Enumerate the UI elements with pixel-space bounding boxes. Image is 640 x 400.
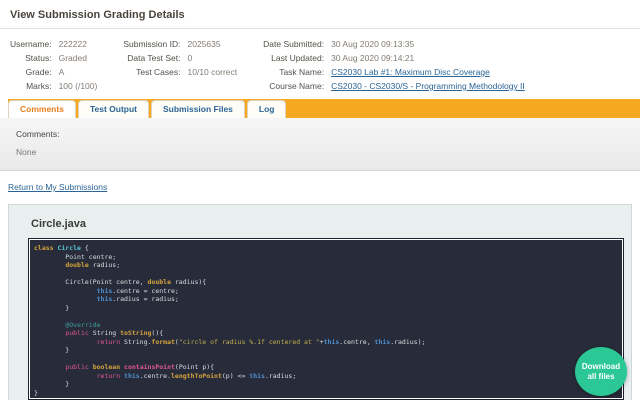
- info-col1: Username: 222222 Status: Graded Grade: A Marks…: [10, 39, 97, 91]
- code-line: public String toString(){: [65, 329, 164, 337]
- code-line: public boolean containsPoint(Point p){: [65, 363, 215, 371]
- code-line: Point centre;: [34, 252, 117, 261]
- info-value[interactable]: CS2030 Lab #1: Maximum Disc Coverage: [331, 67, 525, 77]
- code-line: return String.format("circle of radius %…: [96, 337, 426, 346]
- info-label: Status:: [25, 53, 52, 63]
- code-line: double radius;: [65, 261, 121, 269]
- info-label: Username:: [10, 39, 52, 49]
- code-line: this.centre = centre;: [96, 286, 179, 295]
- info-value: A: [58, 67, 65, 77]
- code-block: class Circle { Point centre; double radi…: [28, 238, 624, 400]
- info-label: Grade:: [25, 67, 52, 77]
- file-panel: Circle.java class Circle { Point centre;…: [8, 204, 632, 400]
- page-title: View Submission Grading Details: [10, 9, 185, 21]
- info-label: Marks:: [26, 81, 52, 91]
- info-value: 2025635: [187, 39, 221, 49]
- code-line: class Circle {: [34, 244, 89, 252]
- code-line: this.radius = radius;: [96, 295, 179, 303]
- info-value: 10/10 correct: [187, 67, 238, 77]
- info-label: Task Name:: [279, 67, 325, 77]
- tab-log[interactable]: Log: [246, 100, 287, 118]
- info-label: Last Updated:: [271, 53, 325, 63]
- tab-submission-files[interactable]: Submission Files: [151, 100, 245, 118]
- code-line: return this.centre.lengthToPoint(p) <= t…: [96, 371, 297, 380]
- return-to-submissions-link[interactable]: Return to My Submissions: [8, 182, 107, 192]
- info-value: 0: [187, 53, 193, 63]
- info-label: Course Name:: [269, 81, 325, 91]
- info-label: Test Cases:: [136, 67, 181, 77]
- comments-label: Comments:: [16, 129, 60, 139]
- info-label: Date Submitted:: [263, 39, 325, 49]
- info-value: 30 Aug 2020 09:13:35: [331, 39, 415, 49]
- download-all-files-button[interactable]: Download all files: [575, 347, 627, 396]
- info-value[interactable]: CS2030 - CS2030/S - Programming Methodol…: [331, 81, 525, 91]
- code-line: Circle(Point centre, double radius){: [34, 278, 207, 286]
- code-line: @Override: [65, 320, 101, 329]
- info-label: Submission ID:: [123, 39, 181, 49]
- tab-comments[interactable]: Comments: [8, 100, 76, 118]
- info-value: 222222: [58, 39, 87, 49]
- info-col3: Date Submitted: 30 Aug 2020 09:13:35 Last …: [263, 39, 525, 91]
- code-line: }: [34, 303, 70, 312]
- download-button-line1: Download: [581, 362, 621, 371]
- page-header: View Submission Grading Details: [0, 0, 640, 29]
- code-line: }: [34, 380, 70, 388]
- comments-panel: Comments: None: [0, 118, 640, 171]
- code-line: }: [34, 346, 70, 354]
- submission-info-section: Username: 222222 Status: Graded Grade: A Marks…: [0, 29, 640, 99]
- code-line: }: [34, 388, 38, 397]
- download-button-line2: all files: [587, 371, 615, 381]
- info-value: 100 (/100): [58, 81, 98, 91]
- tab-bar: Comments Test Output Submission Files Log: [8, 99, 640, 118]
- tab-test-output[interactable]: Test Output: [77, 100, 149, 118]
- comments-value: None: [16, 147, 37, 157]
- info-value: Graded: [58, 53, 87, 63]
- info-col2: Submission ID: 2025635 Data Test Set: 0 Test…: [123, 39, 237, 91]
- info-value: 30 Aug 2020 09:14:21: [331, 53, 415, 63]
- info-label: Data Test Set:: [127, 53, 181, 63]
- file-name: Circle.java: [31, 218, 87, 230]
